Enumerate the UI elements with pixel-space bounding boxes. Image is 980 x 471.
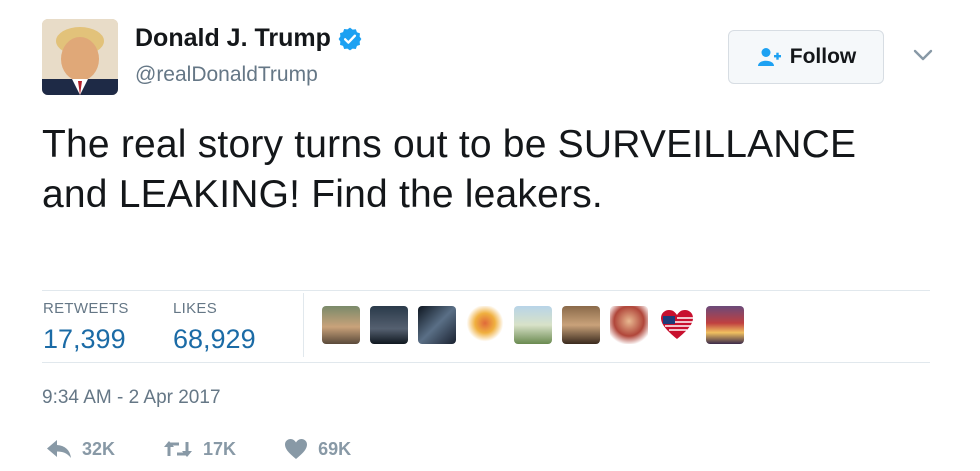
profile-avatar[interactable] xyxy=(42,19,118,95)
heart-icon xyxy=(285,439,308,459)
likes-label: LIKES xyxy=(173,300,218,317)
like-count: 69K xyxy=(318,438,352,459)
avatar-image xyxy=(42,19,118,95)
retweet-action[interactable]: 17K xyxy=(163,439,236,460)
liker-avatar[interactable] xyxy=(514,306,552,344)
retweets-stat[interactable]: RETWEETS 17,399 xyxy=(43,300,129,355)
follow-button[interactable]: Follow xyxy=(728,30,884,84)
display-name[interactable]: Donald J. Trump xyxy=(135,24,331,53)
liker-avatar[interactable] xyxy=(370,306,408,344)
stats-divider-top xyxy=(42,290,930,291)
liker-avatar[interactable] xyxy=(562,306,600,344)
retweets-label: RETWEETS xyxy=(43,300,129,317)
retweet-count: 17K xyxy=(203,438,237,459)
stats-separator xyxy=(303,293,304,357)
tweet-timestamp[interactable]: 9:34 AM - 2 Apr 2017 xyxy=(42,387,221,409)
liker-avatar[interactable] xyxy=(466,306,504,344)
reply-icon xyxy=(47,440,71,458)
follow-person-icon xyxy=(756,46,782,68)
liker-avatars xyxy=(322,306,744,344)
liker-avatar[interactable] xyxy=(706,306,744,344)
verified-badge-icon xyxy=(337,26,363,52)
likes-value: 68,929 xyxy=(173,324,256,354)
reply-action[interactable]: 32K xyxy=(46,439,115,460)
tweet-text: The real story turns out to be SURVEILLA… xyxy=(42,123,857,216)
user-handle[interactable]: @realDonaldTrump xyxy=(135,63,318,87)
follow-button-label: Follow xyxy=(789,45,857,68)
liker-avatar[interactable] xyxy=(610,306,648,344)
display-name-row[interactable]: Donald J. Trump xyxy=(135,24,363,53)
liker-avatar[interactable] xyxy=(322,306,360,344)
liker-avatar[interactable] xyxy=(418,306,456,344)
liker-avatar[interactable] xyxy=(658,306,696,344)
like-action[interactable]: 69K xyxy=(284,438,351,460)
tweet-actions: 32K 17K 69K xyxy=(46,438,399,460)
retweet-icon xyxy=(164,441,193,457)
chevron-down-icon[interactable] xyxy=(912,48,934,62)
likes-stat[interactable]: LIKES 68,929 xyxy=(173,300,256,355)
stats-divider-bottom xyxy=(42,362,930,363)
retweets-value: 17,399 xyxy=(43,324,126,354)
reply-count: 32K xyxy=(82,438,116,459)
